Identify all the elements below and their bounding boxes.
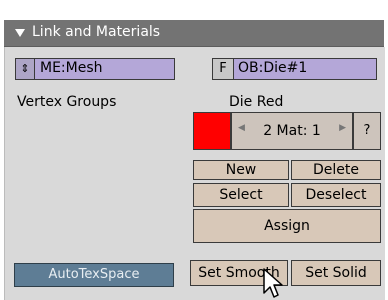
panel-title: Link and Materials [32, 24, 161, 40]
new-button[interactable]: New [193, 160, 289, 180]
set-solid-button[interactable]: Set Solid [291, 260, 381, 286]
collapse-triangle-icon[interactable] [15, 29, 25, 37]
increment-arrow-icon[interactable]: ▶ [339, 123, 346, 133]
object-name[interactable]: OB:Die#1 [238, 60, 307, 76]
object-datablock-field[interactable]: F OB:Die#1 [212, 58, 377, 80]
delete-button[interactable]: Delete [291, 160, 381, 180]
vertex-groups-label: Vertex Groups [17, 94, 117, 110]
autotexspace-button[interactable]: AutoTexSpace [14, 263, 174, 287]
assign-button[interactable]: Assign [193, 209, 381, 243]
material-index-field[interactable]: ◀ 2 Mat: 1 ▶ [231, 112, 353, 150]
updown-arrows-icon[interactable]: ⇕ [16, 59, 35, 79]
object-flag[interactable]: F [213, 59, 234, 79]
link-and-materials-panel: Link and Materials ⇕ ME:Mesh F OB:Die#1 … [0, 0, 388, 300]
mesh-name[interactable]: ME:Mesh [40, 60, 103, 76]
deselect-button[interactable]: Deselect [291, 183, 381, 207]
material-index-text: 2 Mat: 1 [263, 123, 321, 139]
panel-header[interactable]: Link and Materials [4, 20, 384, 47]
mesh-datablock-field[interactable]: ⇕ ME:Mesh [15, 58, 175, 80]
material-name-label: Die Red [229, 94, 284, 110]
mouse-cursor-icon [263, 268, 283, 298]
select-button[interactable]: Select [193, 183, 289, 207]
material-color-swatch[interactable] [193, 112, 231, 150]
material-help-button[interactable]: ? [353, 112, 381, 150]
